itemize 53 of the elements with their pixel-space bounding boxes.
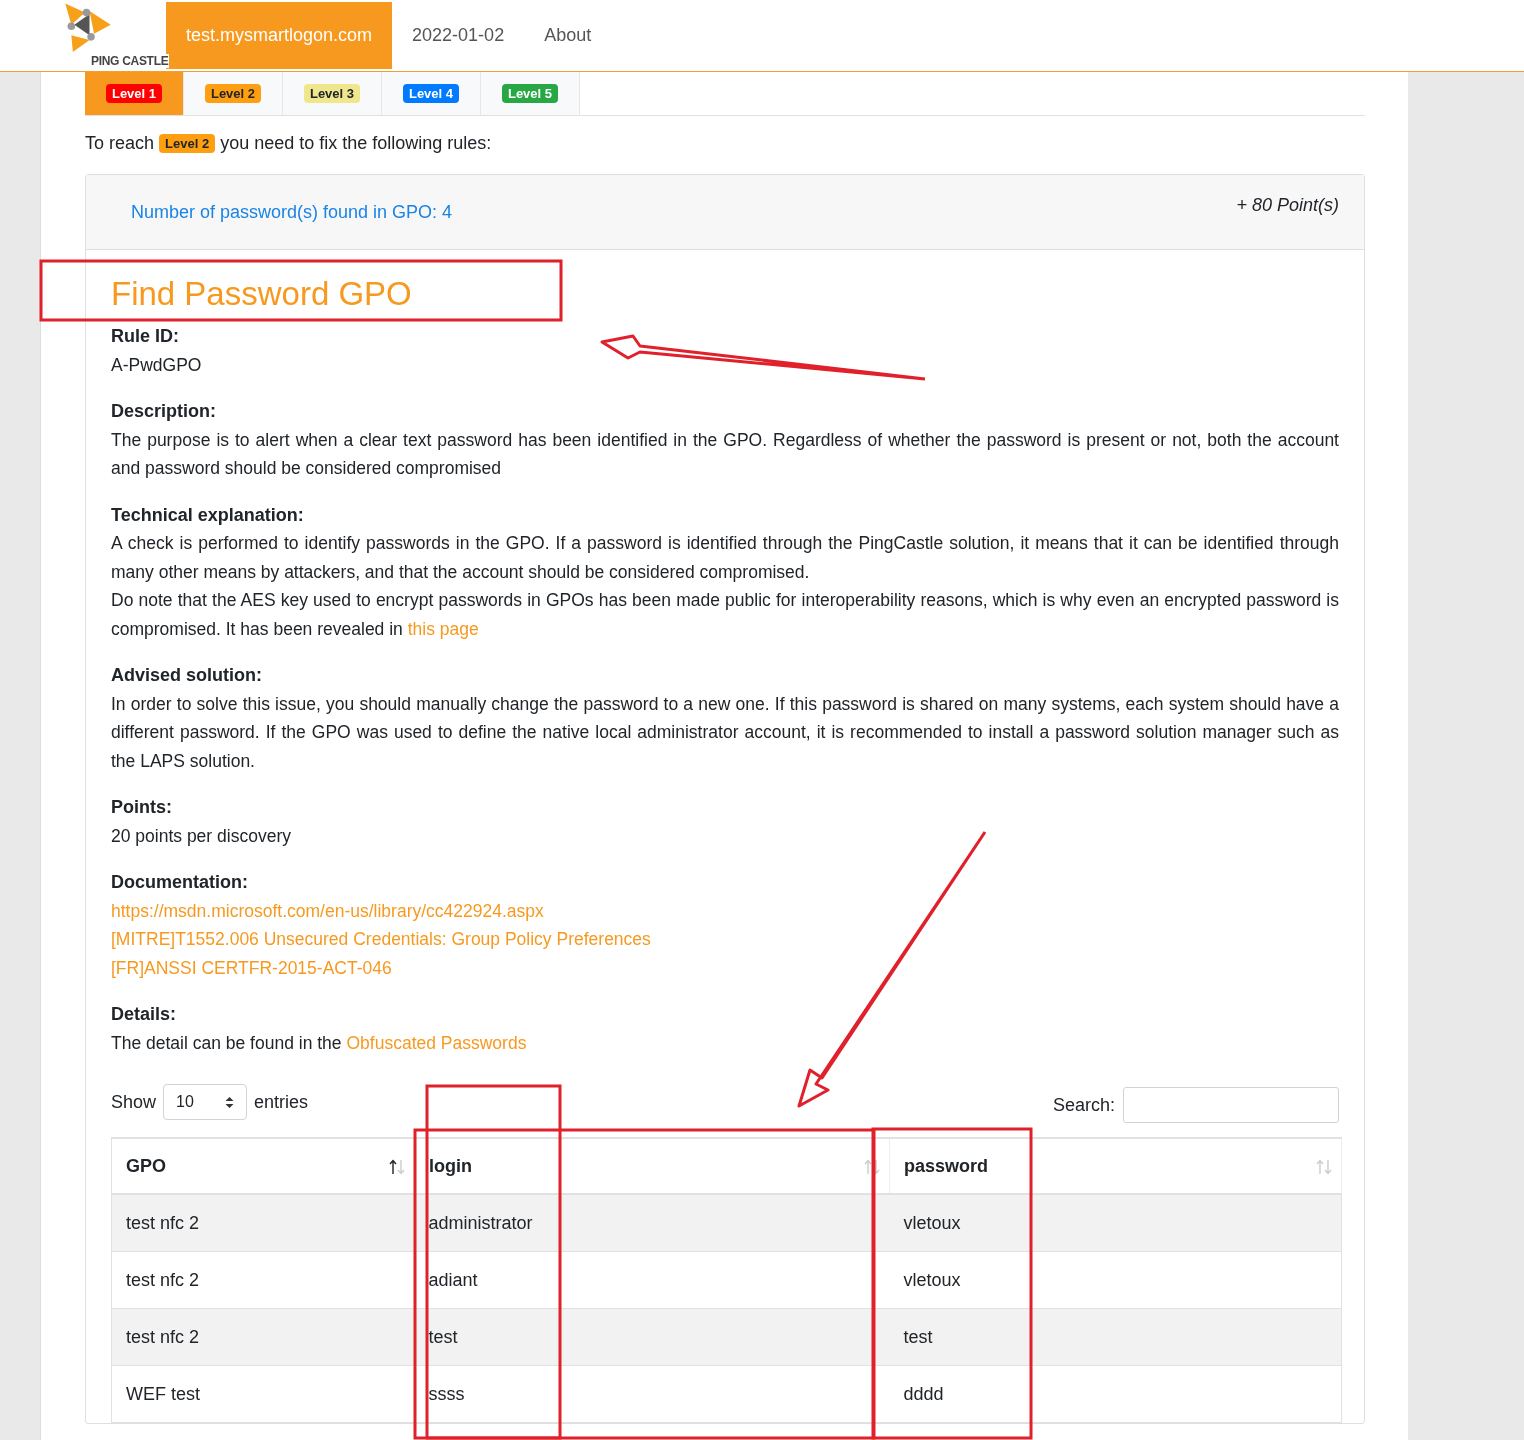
section-text: 20 points per discovery (111, 824, 291, 848)
table-cell: test nfc 2 (111, 1194, 415, 1252)
level-badge: Level 2 (159, 133, 216, 153)
intro-text: you need to fix the following rules: (220, 132, 492, 154)
rule-heading: Find Password GPO (111, 274, 412, 314)
doc-link[interactable]: [FR]ANSSI CERTFR-2015-ACT-046 (111, 957, 392, 978)
section-label: Details: (111, 1003, 177, 1026)
table-cell: dddd (889, 1365, 1342, 1423)
rule-link[interactable]: Number of password(s) found in GPO: 4 (131, 202, 453, 249)
show-label: Show (111, 1091, 157, 1113)
section-label: Description: (111, 400, 216, 423)
text-link[interactable]: this page (407, 618, 479, 639)
search-label: Search: (1052, 1094, 1115, 1116)
section-label: Documentation: (111, 871, 248, 894)
level-badge: Level 5 (501, 84, 559, 103)
nav-link[interactable]: About (524, 2, 612, 69)
level-badge: Level 2 (204, 84, 262, 103)
doc-link[interactable]: https://msdn.microsoft.com/en-us/library/cc422924.aspx (111, 900, 544, 921)
level-tab[interactable]: Level 1 (85, 72, 184, 115)
level-tab[interactable]: Level 4 (382, 72, 481, 115)
level-tab[interactable]: Level 3 (283, 72, 382, 115)
level-badge: Level 1 (105, 84, 163, 103)
level-badge: Level 4 (402, 84, 460, 103)
section-label: Advised solution: (111, 664, 262, 687)
doc-link[interactable]: [MITRE]T1552.006 Unsecured Credentials: Group Policy Preferences (111, 929, 651, 949)
table-cell: test (414, 1308, 890, 1366)
level-badge: Level 3 (303, 84, 361, 103)
updown-icon (225, 1095, 235, 1109)
table-cell: test (889, 1308, 1342, 1366)
level-tab[interactable]: Level 5 (481, 72, 580, 115)
logo-text: PING CASTLE (90, 54, 170, 68)
table-cell: ssss (414, 1365, 890, 1423)
search-field[interactable] (1123, 1087, 1339, 1123)
section-text: The detail can be found in the Obfuscated Passwords (111, 1031, 527, 1055)
section-label: Technical explanation: (111, 503, 304, 527)
section-text: The purpose is to alert when a clear text password has been identified in the GPO. Regardless of whether the password is present or not, both the account and password should be considered compromised (111, 428, 1339, 480)
level-tab[interactable]: Level 2 (184, 72, 283, 115)
section-text: In order to solve this issue, you should manually change the password to a new one. If this password is shared on many systems, each system should have a different password. If the GPO was used to define the native local administrator account, it is recommended to install a password solution manager such as the LAPS solution. (111, 692, 1339, 773)
table-cell: administrator (414, 1194, 890, 1252)
entries-label: entries (254, 1091, 309, 1113)
section-text: A check is performed to identify passwords in the GPO. If a password is identified through the PingCastle solution, it means that it can be identified through many other means by attackers, and that the account should be considered compromised. (111, 532, 1339, 584)
text-link[interactable]: Obfuscated Passwords (346, 1032, 527, 1053)
section-text: A-PwdGPO (111, 353, 202, 377)
section-label: Points: (111, 796, 172, 819)
nav-link[interactable]: 2022-01-02 (392, 2, 525, 69)
section-text: Do note that the AES key used to encrypt passwords in GPOs has been made public for interoperability reasons, which is why even an encrypted password is compromised. It has been revealed in this page (111, 589, 1339, 641)
intro-text: To reach (85, 132, 155, 154)
section-label: Rule ID: (111, 325, 179, 348)
table-cell: WEF test (111, 1365, 415, 1423)
points-text: + 80 Point(s) (1236, 195, 1339, 217)
page-size-select[interactable]: 10 (163, 1084, 248, 1120)
table-cell: vletoux (889, 1194, 1342, 1252)
table-cell: test nfc 2 (111, 1308, 415, 1366)
